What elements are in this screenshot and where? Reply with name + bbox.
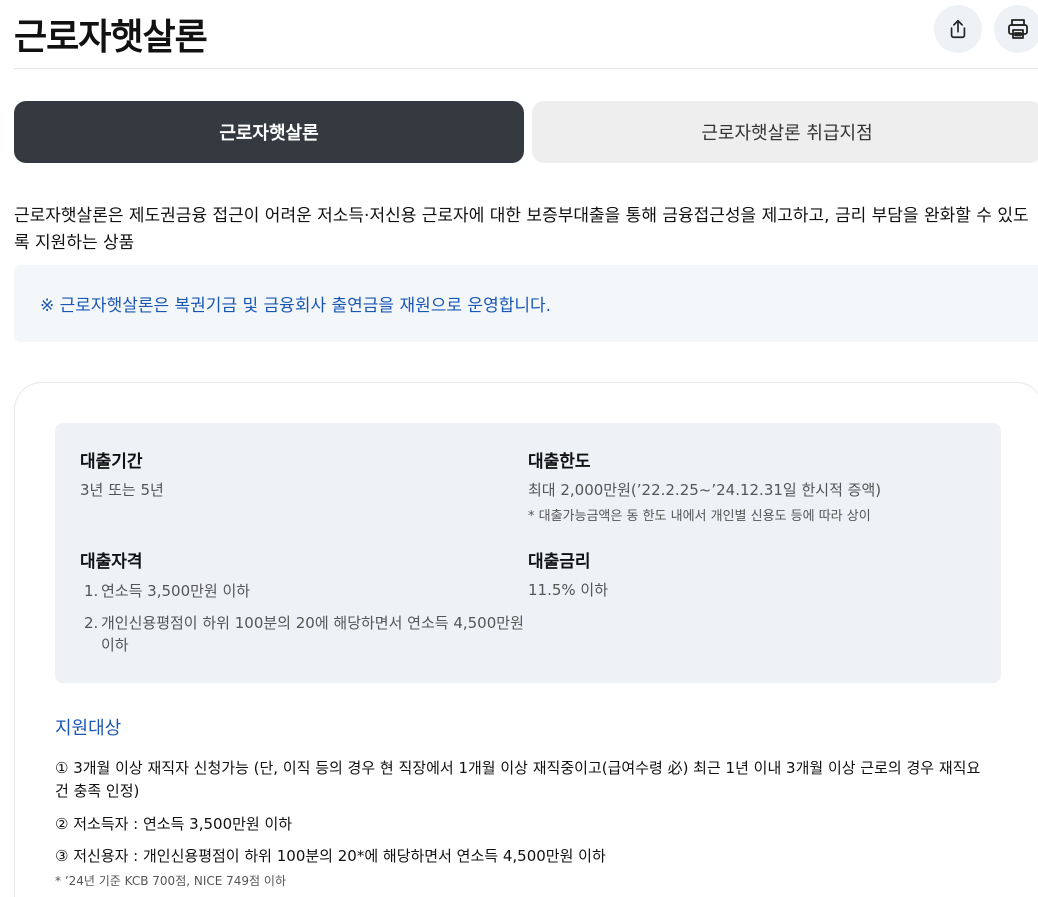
rate-label: 대출금리 (528, 552, 591, 572)
tab-sunshine-loan[interactable]: 근로자햇살론 (14, 101, 524, 163)
list-item-text: 연소득 3,500만원 이하 (101, 582, 251, 600)
list-item: 1. 연소득 3,500만원 이하 (84, 580, 524, 602)
support-item: ③ 저신용자 : 개인신용평점이 하위 100분의 20*에 해당하면서 연소득… (55, 847, 606, 865)
tab-branches[interactable]: 근로자햇살론 취급지점 (532, 101, 1038, 163)
limit-label: 대출한도 (528, 452, 591, 472)
share-button[interactable] (934, 5, 982, 53)
eligibility-label: 대출자격 (80, 552, 143, 572)
list-item: 2. 개인신용평점이 하위 100분의 20에 해당하면서 연소득 4,500만… (84, 612, 524, 656)
intro-text: 근로자햇살론은 제도권금융 접근이 어려운 저소득·저신용 근로자에 대한 보증… (14, 206, 1029, 253)
share-icon (950, 19, 966, 39)
support-note: * ’24년 기준 KCB 700점, NICE 749점 이하 (55, 874, 286, 888)
limit-note: * 대출가능금액은 동 한도 내에서 개인별 신용도 등에 따라 상이 (528, 509, 871, 524)
print-icon (1008, 19, 1028, 39)
period-value: 3년 또는 5년 (80, 481, 164, 499)
print-button[interactable] (994, 5, 1038, 53)
period-label: 대출기간 (80, 452, 143, 472)
list-item-text: 개인신용평점이 하위 100분의 20에 해당하면서 연소득 4,500만원 이… (101, 614, 524, 654)
support-item: ② 저소득자 : 연소득 3,500만원 이하 (55, 815, 293, 833)
list-item-number: 2. (84, 614, 99, 632)
notice-text: ※ 근로자햇살론은 복권기금 및 금융회사 출연금을 재원으로 운영합니다. (40, 296, 552, 316)
limit-value: 최대 2,000만원(’22.2.25~’24.12.31일 한시적 증액) (528, 481, 882, 499)
support-title: 지원대상 (55, 718, 122, 739)
page-title: 근로자햇살론 (14, 17, 208, 58)
rate-value: 11.5% 이하 (528, 581, 609, 599)
header-divider (14, 68, 1038, 69)
notice-box: ※ 근로자햇살론은 복권기금 및 금융회사 출연금을 재원으로 운영합니다. (14, 265, 1038, 342)
list-item-number: 1. (84, 582, 99, 600)
support-item: ① 3개월 이상 재직자 신청가능 (단, 이직 등의 경우 현 직장에서 1개… (55, 759, 981, 800)
